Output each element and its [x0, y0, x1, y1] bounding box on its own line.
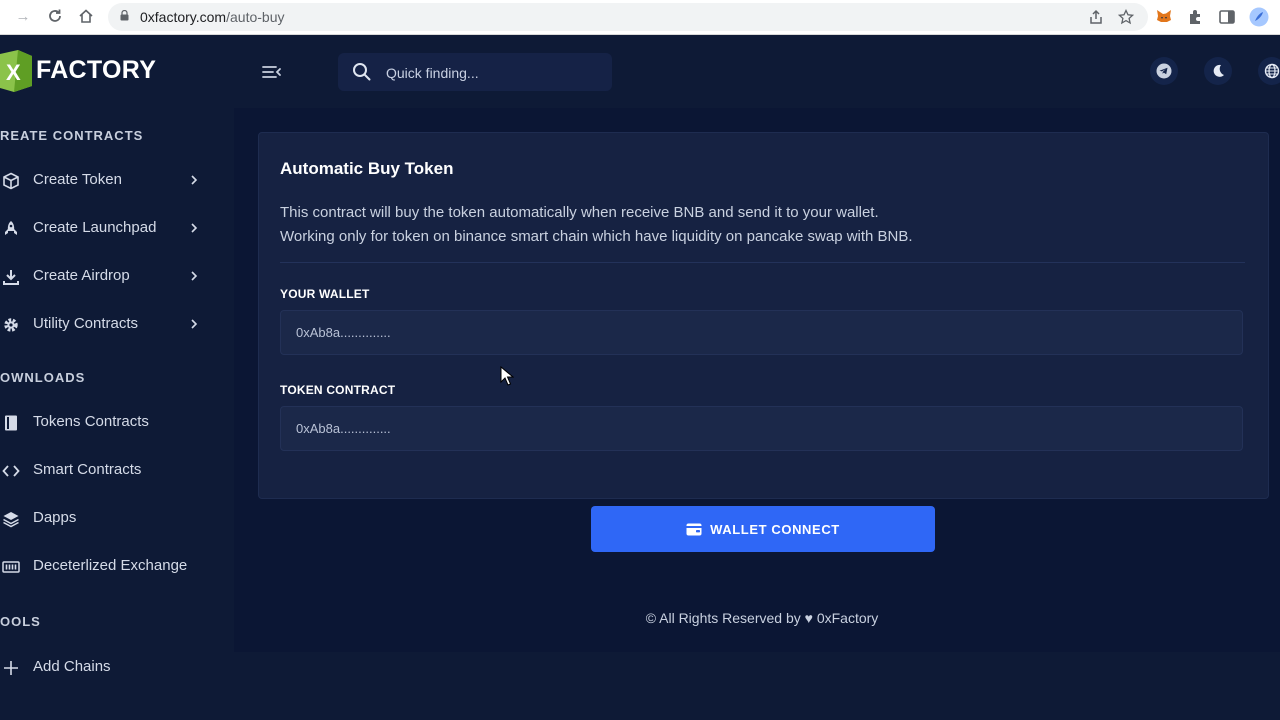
section-title-tools: OOLS — [0, 614, 41, 629]
card-description: This contract will buy the token automat… — [280, 201, 913, 249]
description-line: Working only for token on binance smart … — [280, 228, 913, 245]
section-title-create-contracts: REATE CONTRACTS — [0, 128, 144, 143]
sidebar-item-label: Dapps — [33, 509, 77, 526]
app-header: X FACTORY — [0, 35, 1280, 108]
sidebar-item-label: Deceterlized Exchange — [33, 557, 188, 574]
search-icon — [353, 63, 371, 81]
mouse-cursor-icon — [500, 366, 514, 386]
sidebar-item-label: Create Token — [33, 171, 122, 188]
code-icon — [2, 465, 20, 477]
cube-icon — [3, 172, 19, 190]
plus-icon — [4, 661, 18, 675]
token-contract-input[interactable] — [280, 406, 1243, 451]
sidebar-item-decentralized-exchange[interactable]: Deceterlized Exchange — [0, 546, 234, 586]
sidebar-item-label: Tokens Contracts — [33, 413, 149, 430]
sidebar-item-label: Add Chains — [33, 658, 111, 675]
forward-icon[interactable]: → — [14, 8, 32, 26]
wallet-connect-button[interactable]: WALLET CONNECT — [591, 506, 935, 552]
sidebar-item-label: Utility Contracts — [33, 315, 139, 332]
telegram-button[interactable] — [1150, 57, 1178, 85]
exchange-icon — [2, 561, 20, 573]
brand-name[interactable]: FACTORY — [36, 56, 156, 85]
sidebar-item-label: Smart Contracts — [33, 461, 142, 478]
metamask-icon[interactable] — [1155, 8, 1173, 26]
sidebar-item-label: Create Airdrop — [33, 267, 130, 284]
browser-chrome: → 0xfactory.com/auto-buy — [0, 0, 1280, 35]
wallet-address-input[interactable] — [280, 310, 1243, 355]
wallet-icon — [686, 523, 702, 535]
wallet-label: YOUR WALLET — [280, 287, 370, 301]
layers-icon — [3, 512, 19, 528]
download-icon — [3, 270, 19, 285]
sidebar-item-add-chains[interactable]: Add Chains — [0, 647, 234, 687]
sidebar-item-dapps[interactable]: Dapps — [0, 498, 234, 538]
home-icon[interactable] — [77, 8, 95, 26]
search-input[interactable] — [384, 53, 608, 93]
address-bar[interactable]: 0xfactory.com/auto-buy — [108, 3, 1148, 31]
sidebar-item-smart-contracts[interactable]: Smart Contracts — [0, 450, 234, 490]
chevron-right-icon — [191, 319, 198, 329]
sidebar-item-create-token[interactable]: Create Token — [0, 160, 234, 200]
share-icon[interactable] — [1088, 9, 1104, 25]
menu-collapse-icon[interactable] — [258, 59, 284, 85]
language-button[interactable] — [1258, 57, 1280, 85]
chevron-right-icon — [191, 223, 198, 233]
description-line: This contract will buy the token automat… — [280, 204, 879, 221]
reload-icon[interactable] — [46, 8, 64, 26]
bookmark-star-icon[interactable] — [1118, 9, 1134, 25]
extensions-icon[interactable] — [1187, 8, 1205, 26]
sidebar: REATE CONTRACTS Create Token Create Laun… — [0, 108, 234, 720]
sidebar-item-label: Create Launchpad — [33, 219, 157, 236]
main-content: Automatic Buy Token This contract will b… — [234, 108, 1280, 652]
card-title: Automatic Buy Token — [280, 159, 454, 178]
profile-avatar[interactable] — [1249, 7, 1269, 27]
auto-buy-card: Automatic Buy Token This contract will b… — [258, 132, 1269, 499]
rocket-icon — [5, 221, 17, 235]
chevron-right-icon — [191, 175, 198, 185]
side-panel-icon[interactable] — [1218, 8, 1236, 26]
section-title-downloads: OWNLOADS — [0, 370, 86, 385]
sidebar-item-create-airdrop[interactable]: Create Airdrop — [0, 256, 234, 296]
token-contract-label: TOKEN CONTRACT — [280, 383, 396, 397]
sidebar-item-utility-contracts[interactable]: Utility Contracts — [0, 304, 234, 344]
lock-icon — [120, 10, 129, 21]
moon-icon — [1213, 64, 1224, 77]
logo-icon[interactable]: X — [0, 50, 32, 92]
telegram-icon — [1156, 63, 1172, 79]
sidebar-item-tokens-contracts[interactable]: Tokens Contracts — [0, 402, 234, 442]
svg-text:X: X — [6, 60, 21, 85]
theme-toggle-button[interactable] — [1204, 57, 1232, 85]
globe-icon — [1264, 63, 1280, 79]
book-icon — [5, 415, 17, 431]
search-box[interactable] — [338, 53, 612, 93]
divider — [280, 262, 1245, 263]
footer-copyright: © All Rights Reserved by ♥ 0xFactory — [645, 610, 879, 626]
gear-icon — [4, 318, 18, 332]
chevron-right-icon — [191, 271, 198, 281]
wallet-connect-label: WALLET CONNECT — [710, 521, 840, 537]
sidebar-item-create-launchpad[interactable]: Create Launchpad — [0, 208, 234, 248]
url-text: 0xfactory.com/auto-buy — [140, 9, 285, 25]
